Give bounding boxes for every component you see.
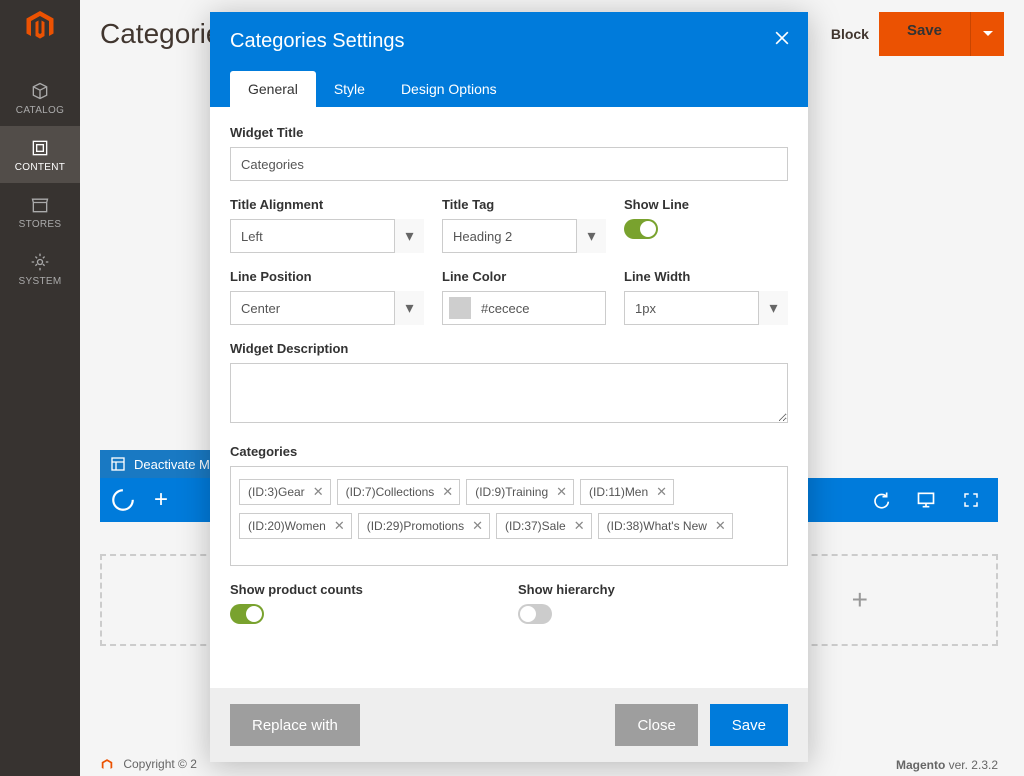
tab-general[interactable]: General [230,71,316,107]
category-tag[interactable]: (ID:37)Sale ✕ [496,513,592,539]
show-counts-label: Show product counts [230,582,500,597]
show-hierarchy-label: Show hierarchy [518,582,788,597]
category-tag[interactable]: (ID:38)What's New ✕ [598,513,733,539]
widget-title-label: Widget Title [230,125,788,140]
title-alignment-select[interactable] [230,219,424,253]
show-line-label: Show Line [624,197,788,212]
widget-description-label: Widget Description [230,341,788,356]
widget-description-input[interactable] [230,363,788,423]
title-tag-select[interactable] [442,219,606,253]
category-tag[interactable]: (ID:3)Gear ✕ [239,479,331,505]
tag-label: (ID:3)Gear [248,485,305,499]
tag-label: (ID:7)Collections [346,485,435,499]
line-position-select[interactable] [230,291,424,325]
line-width-select[interactable] [624,291,788,325]
tag-label: (ID:20)Women [248,519,326,533]
color-value: #cecece [481,301,529,316]
line-width-label: Line Width [624,269,788,284]
widget-title-input[interactable] [230,147,788,181]
remove-tag-icon[interactable]: ✕ [313,484,324,500]
show-counts-toggle[interactable] [230,604,264,624]
show-hierarchy-toggle[interactable] [518,604,552,624]
category-tag[interactable]: (ID:9)Training ✕ [466,479,574,505]
tab-style[interactable]: Style [316,71,383,107]
line-position-label: Line Position [230,269,424,284]
save-button[interactable]: Save [710,704,788,746]
remove-tag-icon[interactable]: ✕ [715,518,726,534]
modal-body: Widget Title Title Alignment ▾ Title Tag… [210,107,808,688]
tag-label: (ID:9)Training [475,485,548,499]
replace-button[interactable]: Replace with [230,704,360,746]
tag-label: (ID:29)Promotions [367,519,464,533]
remove-tag-icon[interactable]: ✕ [334,518,345,534]
tag-label: (ID:37)Sale [505,519,566,533]
remove-tag-icon[interactable]: ✕ [556,484,567,500]
settings-modal: Categories Settings General Style Design… [210,12,808,762]
tab-design-options[interactable]: Design Options [383,71,515,107]
modal-tabs: General Style Design Options [230,71,788,107]
tag-label: (ID:11)Men [589,485,648,499]
modal-footer: Replace with Close Save [210,688,808,762]
line-color-label: Line Color [442,269,606,284]
remove-tag-icon[interactable]: ✕ [656,484,667,500]
modal-header: Categories Settings General Style Design… [210,12,808,107]
tag-label: (ID:38)What's New [607,519,707,533]
remove-tag-icon[interactable]: ✕ [442,484,453,500]
remove-tag-icon[interactable]: ✕ [472,518,483,534]
title-tag-label: Title Tag [442,197,606,212]
modal-title: Categories Settings [230,30,788,53]
category-tag[interactable]: (ID:29)Promotions ✕ [358,513,490,539]
title-alignment-label: Title Alignment [230,197,424,212]
category-tag[interactable]: (ID:20)Women ✕ [239,513,352,539]
remove-tag-icon[interactable]: ✕ [574,518,585,534]
color-swatch [449,297,471,319]
categories-tagbox[interactable]: (ID:3)Gear✕(ID:7)Collections✕(ID:9)Train… [230,466,788,566]
show-line-toggle[interactable] [624,219,658,239]
close-icon[interactable] [772,28,792,53]
category-tag[interactable]: (ID:11)Men ✕ [580,479,674,505]
close-button[interactable]: Close [615,704,697,746]
categories-label: Categories [230,444,788,459]
line-color-input[interactable]: #cecece [442,291,606,325]
category-tag[interactable]: (ID:7)Collections ✕ [337,479,461,505]
